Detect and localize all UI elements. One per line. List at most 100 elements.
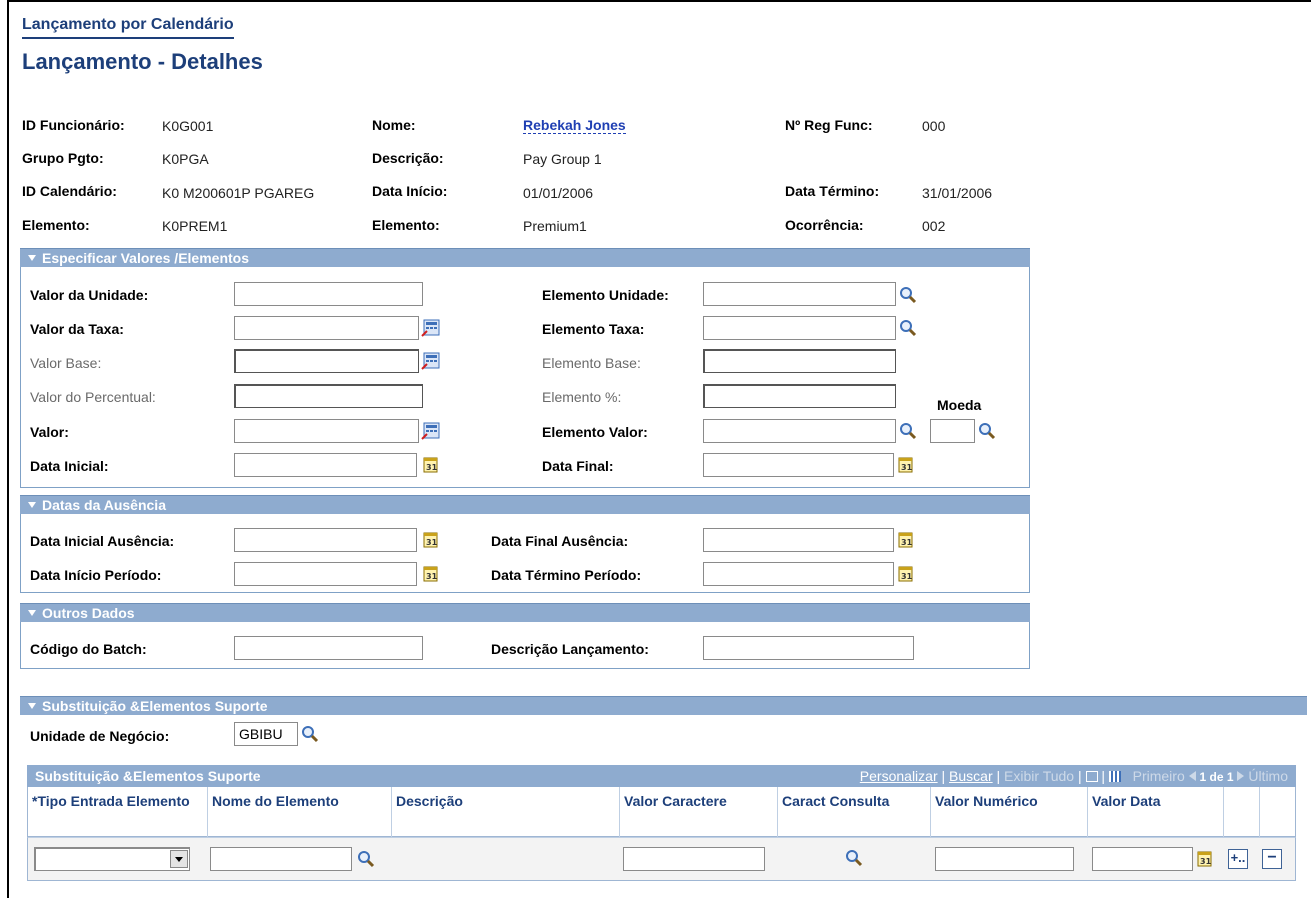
nome-elemento-input[interactable] bbox=[210, 847, 352, 871]
chevron-down-icon[interactable] bbox=[170, 850, 188, 868]
moeda-label: Moeda bbox=[937, 397, 982, 413]
ocorrencia-value: 002 bbox=[922, 218, 946, 234]
calendar-icon[interactable]: 31 bbox=[896, 564, 916, 584]
id-funcionario-label: ID Funcionário: bbox=[22, 117, 125, 133]
calendar-icon[interactable]: 31 bbox=[1195, 849, 1215, 869]
col-valor-numerico[interactable]: Valor Numérico bbox=[931, 787, 1088, 837]
magnifier-icon[interactable] bbox=[898, 285, 918, 305]
collapse-icon bbox=[28, 255, 36, 261]
valor-numerico-input[interactable] bbox=[935, 847, 1074, 871]
calendar-icon[interactable]: 31 bbox=[896, 530, 916, 550]
valor-taxa-label: Valor da Taxa: bbox=[30, 321, 124, 337]
calendar-icon[interactable]: 31 bbox=[421, 455, 441, 475]
elemento-label: Elemento: bbox=[22, 217, 90, 233]
grid-title: Substituição &Elementos Suporte bbox=[35, 768, 261, 784]
svg-text:31: 31 bbox=[426, 538, 438, 547]
col-valor-caractere[interactable]: Valor Caractere bbox=[620, 787, 778, 837]
unidade-negocio-input[interactable] bbox=[234, 722, 298, 746]
valor-data-input[interactable] bbox=[1092, 847, 1193, 871]
elemento2-value: Premium1 bbox=[523, 218, 587, 234]
col-add bbox=[1224, 787, 1260, 837]
magnifier-icon[interactable] bbox=[977, 421, 997, 441]
personalizar-link[interactable]: Personalizar bbox=[860, 768, 938, 784]
data-termino-periodo-label: Data Término Período: bbox=[491, 567, 642, 583]
calendar-icon[interactable]: 31 bbox=[421, 564, 441, 584]
grupo-pgto-label: Grupo Pgto: bbox=[22, 150, 104, 166]
calendar-icon[interactable]: 31 bbox=[421, 530, 441, 550]
remove-row-button[interactable]: − bbox=[1262, 849, 1282, 869]
valor-label: Valor: bbox=[30, 424, 69, 440]
calculator-icon[interactable] bbox=[421, 351, 441, 371]
data-inicial-input[interactable] bbox=[234, 453, 417, 477]
valor-unidade-label: Valor da Unidade: bbox=[30, 287, 149, 303]
elemento-pct-input[interactable] bbox=[703, 384, 896, 408]
elemento2-label: Elemento: bbox=[372, 217, 440, 233]
unidade-negocio-label: Unidade de Negócio: bbox=[30, 728, 170, 744]
valor-input[interactable] bbox=[234, 419, 419, 443]
magnifier-icon[interactable] bbox=[356, 849, 376, 869]
col-nome-elemento[interactable]: Nome do Elemento bbox=[208, 787, 392, 837]
data-final-label: Data Final: bbox=[542, 458, 614, 474]
valor-base-label: Valor Base: bbox=[30, 355, 102, 371]
next-arrow-icon bbox=[1237, 771, 1245, 781]
valor-caractere-input[interactable] bbox=[623, 847, 765, 871]
buscar-link[interactable]: Buscar bbox=[949, 768, 993, 784]
reg-func-value: 000 bbox=[922, 118, 946, 134]
breadcrumb[interactable]: Lançamento por Calendário bbox=[22, 16, 234, 39]
svg-text:31: 31 bbox=[426, 572, 438, 581]
calculator-icon[interactable] bbox=[421, 318, 441, 338]
elemento-base-input[interactable] bbox=[703, 349, 896, 373]
grupo-pgto-value: K0PGA bbox=[162, 151, 209, 167]
outros-section-header[interactable]: Outros Dados bbox=[20, 603, 1030, 622]
data-termino-periodo-input[interactable] bbox=[703, 562, 894, 586]
tipo-entrada-select[interactable] bbox=[34, 847, 190, 871]
col-valor-data[interactable]: Valor Data bbox=[1088, 787, 1224, 837]
data-final-ausencia-input[interactable] bbox=[703, 528, 894, 552]
data-inicial-ausencia-input[interactable] bbox=[234, 528, 417, 552]
grid-download-icon[interactable] bbox=[1108, 771, 1121, 782]
elemento-pct-label: Elemento %: bbox=[542, 389, 622, 405]
valores-section-title: Especificar Valores /Elementos bbox=[42, 250, 249, 266]
svg-text:31: 31 bbox=[901, 463, 913, 472]
collapse-icon bbox=[28, 703, 36, 709]
grid-column-headers: *Tipo Entrada Elemento Nome do Elemento … bbox=[27, 787, 1296, 837]
data-final-input[interactable] bbox=[703, 453, 894, 477]
ausencia-section-title: Datas da Ausência bbox=[42, 497, 166, 513]
magnifier-icon[interactable] bbox=[898, 421, 918, 441]
add-row-button[interactable]: +.. bbox=[1228, 849, 1248, 869]
descricao-lancamento-input[interactable] bbox=[703, 636, 914, 660]
col-tipo-entrada[interactable]: *Tipo Entrada Elemento bbox=[28, 787, 208, 837]
magnifier-icon[interactable] bbox=[300, 724, 320, 744]
elemento-unidade-label: Elemento Unidade: bbox=[542, 287, 669, 303]
data-inicio-periodo-input[interactable] bbox=[234, 562, 417, 586]
calculator-icon[interactable] bbox=[421, 421, 441, 441]
valor-percentual-input[interactable] bbox=[234, 384, 423, 408]
data-inicial-label: Data Inicial: bbox=[30, 458, 109, 474]
col-caract-consulta[interactable]: Caract Consulta bbox=[778, 787, 931, 837]
valor-unidade-input[interactable] bbox=[234, 282, 423, 306]
id-calendario-value: K0 M200601P PGAREG bbox=[162, 185, 315, 201]
valor-base-input[interactable] bbox=[234, 349, 419, 373]
elemento-taxa-label: Elemento Taxa: bbox=[542, 321, 645, 337]
svg-text:31: 31 bbox=[1200, 857, 1212, 866]
calendar-icon[interactable]: 31 bbox=[896, 455, 916, 475]
elemento-valor-input[interactable] bbox=[703, 419, 896, 443]
collapse-icon bbox=[28, 610, 36, 616]
col-descricao[interactable]: Descrição bbox=[392, 787, 620, 837]
descricao-lancamento-label: Descrição Lançamento: bbox=[491, 641, 649, 657]
valores-section-header[interactable]: Especificar Valores /Elementos bbox=[20, 248, 1030, 267]
elemento-unidade-input[interactable] bbox=[703, 282, 896, 306]
elemento-taxa-input[interactable] bbox=[703, 316, 896, 340]
substituicao-section-header[interactable]: Substituição &Elementos Suporte bbox=[20, 696, 1307, 715]
new-window-icon[interactable] bbox=[1085, 771, 1098, 782]
codigo-batch-input[interactable] bbox=[234, 636, 423, 660]
valor-percentual-label: Valor do Percentual: bbox=[30, 389, 156, 405]
svg-text:31: 31 bbox=[901, 538, 913, 547]
magnifier-icon[interactable] bbox=[898, 318, 918, 338]
nome-link[interactable]: Rebekah Jones bbox=[523, 117, 626, 134]
magnifier-icon[interactable] bbox=[844, 848, 864, 868]
valor-taxa-input[interactable] bbox=[234, 316, 419, 340]
ausencia-section-header[interactable]: Datas da Ausência bbox=[20, 495, 1030, 514]
id-calendario-label: ID Calendário: bbox=[22, 183, 117, 199]
moeda-input[interactable] bbox=[930, 419, 975, 443]
